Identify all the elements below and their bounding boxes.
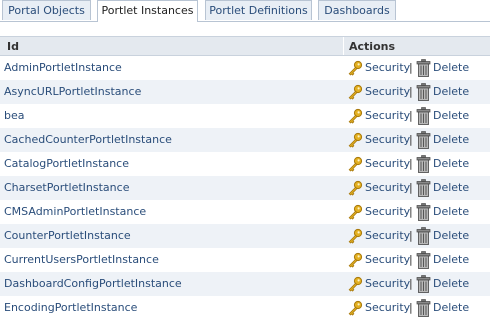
table-row: CMSAdminPortletInstance Security | Delet… xyxy=(0,200,490,224)
trash-icon[interactable] xyxy=(416,155,431,173)
delete-link[interactable]: Delete xyxy=(433,277,469,290)
column-divider xyxy=(343,37,344,55)
trash-icon[interactable] xyxy=(416,203,431,221)
action-separator: | xyxy=(409,277,413,290)
tab-bar-divider xyxy=(0,21,490,22)
delete-link[interactable]: Delete xyxy=(433,205,469,218)
instance-id-link[interactable]: AsyncURLPortletInstance xyxy=(4,85,141,98)
instance-id-link[interactable]: CounterPortletInstance xyxy=(4,229,131,242)
security-link[interactable]: Security xyxy=(365,157,410,170)
table-row: DashboardConfigPortletInstance Security … xyxy=(0,272,490,296)
tab-dashboards[interactable]: Dashboards xyxy=(318,0,396,20)
key-icon[interactable] xyxy=(347,132,363,148)
table-row: AsyncURLPortletInstance Security | Delet… xyxy=(0,80,490,104)
action-separator: | xyxy=(409,205,413,218)
delete-link[interactable]: Delete xyxy=(433,181,469,194)
instance-id-link[interactable]: bea xyxy=(4,109,25,122)
delete-link[interactable]: Delete xyxy=(433,133,469,146)
trash-icon[interactable] xyxy=(416,131,431,149)
instance-id-link[interactable]: CurrentUsersPortletInstance xyxy=(4,253,159,266)
key-icon[interactable] xyxy=(347,108,363,124)
delete-link[interactable]: Delete xyxy=(433,157,469,170)
security-link[interactable]: Security xyxy=(365,61,410,74)
trash-icon[interactable] xyxy=(416,179,431,197)
trash-icon[interactable] xyxy=(416,251,431,269)
delete-link[interactable]: Delete xyxy=(433,109,469,122)
table-body: AdminPortletInstance Security | Delete A… xyxy=(0,56,490,320)
key-icon[interactable] xyxy=(347,180,363,196)
instance-id-link[interactable]: EncodingPortletInstance xyxy=(4,301,137,314)
trash-icon[interactable] xyxy=(416,83,431,101)
portlet-instances-table: Id Actions AdminPortletInstance Security… xyxy=(0,36,490,320)
action-separator: | xyxy=(409,253,413,266)
security-link[interactable]: Security xyxy=(365,229,410,242)
instance-id-link[interactable]: CachedCounterPortletInstance xyxy=(4,133,172,146)
security-link[interactable]: Security xyxy=(365,85,410,98)
instance-id-link[interactable]: CharsetPortletInstance xyxy=(4,181,129,194)
trash-icon[interactable] xyxy=(416,227,431,245)
table-row: EncodingPortletInstance Security | Delet… xyxy=(0,296,490,320)
table-row: CachedCounterPortletInstance Security | … xyxy=(0,128,490,152)
table-row: AdminPortletInstance Security | Delete xyxy=(0,56,490,80)
key-icon[interactable] xyxy=(347,84,363,100)
key-icon[interactable] xyxy=(347,300,363,316)
delete-link[interactable]: Delete xyxy=(433,85,469,98)
action-separator: | xyxy=(409,301,413,314)
table-row: CurrentUsersPortletInstance Security | D… xyxy=(0,248,490,272)
tab-portal-objects[interactable]: Portal Objects xyxy=(2,0,91,20)
action-separator: | xyxy=(409,157,413,170)
table-row: bea Security | Delete xyxy=(0,104,490,128)
tab-portlet-definitions[interactable]: Portlet Definitions xyxy=(205,0,312,20)
tab-bar: Portal Objects Portlet Instances Portlet… xyxy=(0,0,490,22)
key-icon[interactable] xyxy=(347,276,363,292)
trash-icon[interactable] xyxy=(416,299,431,317)
trash-icon[interactable] xyxy=(416,107,431,125)
action-separator: | xyxy=(409,133,413,146)
action-separator: | xyxy=(409,109,413,122)
trash-icon[interactable] xyxy=(416,59,431,77)
trash-icon[interactable] xyxy=(416,275,431,293)
security-link[interactable]: Security xyxy=(365,277,410,290)
column-header-actions: Actions xyxy=(349,40,395,53)
security-link[interactable]: Security xyxy=(365,205,410,218)
instance-id-link[interactable]: DashboardConfigPortletInstance xyxy=(4,277,182,290)
column-header-id[interactable]: Id xyxy=(7,40,19,53)
tab-portlet-instances[interactable]: Portlet Instances xyxy=(97,0,198,22)
instance-id-link[interactable]: CatalogPortletInstance xyxy=(4,157,129,170)
table-header: Id Actions xyxy=(0,36,490,56)
key-icon[interactable] xyxy=(347,228,363,244)
security-link[interactable]: Security xyxy=(365,253,410,266)
key-icon[interactable] xyxy=(347,156,363,172)
action-separator: | xyxy=(409,181,413,194)
delete-link[interactable]: Delete xyxy=(433,301,469,314)
delete-link[interactable]: Delete xyxy=(433,253,469,266)
action-separator: | xyxy=(409,229,413,242)
key-icon[interactable] xyxy=(347,204,363,220)
key-icon[interactable] xyxy=(347,60,363,76)
delete-link[interactable]: Delete xyxy=(433,61,469,74)
action-separator: | xyxy=(409,61,413,74)
instance-id-link[interactable]: AdminPortletInstance xyxy=(4,61,122,74)
table-row: CharsetPortletInstance Security | Delete xyxy=(0,176,490,200)
instance-id-link[interactable]: CMSAdminPortletInstance xyxy=(4,205,146,218)
table-row: CounterPortletInstance Security | Delete xyxy=(0,224,490,248)
action-separator: | xyxy=(409,85,413,98)
security-link[interactable]: Security xyxy=(365,301,410,314)
security-link[interactable]: Security xyxy=(365,133,410,146)
key-icon[interactable] xyxy=(347,252,363,268)
table-row: CatalogPortletInstance Security | Delete xyxy=(0,152,490,176)
delete-link[interactable]: Delete xyxy=(433,229,469,242)
security-link[interactable]: Security xyxy=(365,181,410,194)
security-link[interactable]: Security xyxy=(365,109,410,122)
